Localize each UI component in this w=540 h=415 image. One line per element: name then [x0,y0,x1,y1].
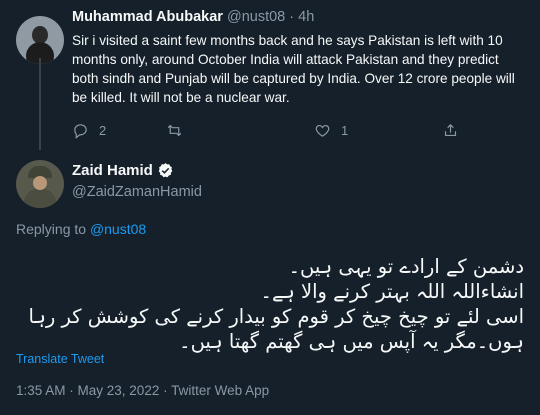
tweet-actions: 2 1 [72,122,512,140]
like-button[interactable]: 1 [314,122,348,139]
share-button[interactable] [442,122,459,139]
like-count: 1 [341,123,349,138]
verified-badge-icon [157,162,174,179]
tweet-timestamp[interactable]: 1:35 AM · May 23, 2022 · Twitter Web App [16,383,269,398]
tweet-text: Sir i visited a saint few months back an… [72,33,515,105]
replying-to-link[interactable]: @nust08 [90,221,146,237]
tweet-text-line: اسی لئے تو چیخ چیخ کر قوم کو بیدار کرنے … [28,305,524,353]
tweet-text-line: انشاءاللہ اللہ بہتر کرنے والا ہے۔ [260,280,524,303]
retweet-button[interactable] [166,122,193,139]
reply-tweet-header: Muhammad Abubakar @nust08 · 4h [72,9,314,25]
reply-tweet[interactable]: Muhammad Abubakar @nust08 · 4h Sir i vis… [0,0,540,150]
reply-count: 2 [99,123,107,138]
tweet-text: دشمن کے ارادے تو یہی ہیں۔ انشاءاللہ اللہ… [16,254,524,354]
thread-line [39,58,41,150]
reply-button[interactable]: 2 [72,122,106,139]
share-icon [444,123,457,137]
avatar[interactable] [16,16,64,64]
author-name[interactable]: Zaid Hamid [72,162,153,179]
replying-to: Replying to @nust08 [16,221,146,237]
replying-to-label: Replying to [16,221,87,237]
like-icon [315,124,330,137]
reply-icon [74,124,87,139]
tweet-text-line: دشمن کے ارادے تو یہی ہیں۔ [288,255,524,278]
avatar[interactable] [16,160,64,208]
author-name-row: Zaid Hamid [72,162,174,179]
translate-tweet-link[interactable]: Translate Tweet [16,352,104,366]
author-handle[interactable]: @nust08 [227,9,285,25]
separator: · [289,9,295,25]
author-handle[interactable]: @ZaidZamanHamid [72,184,202,200]
retweet-icon [167,124,182,137]
tweet-time[interactable]: 4h [298,9,314,25]
author-name[interactable]: Muhammad Abubakar [72,9,223,25]
